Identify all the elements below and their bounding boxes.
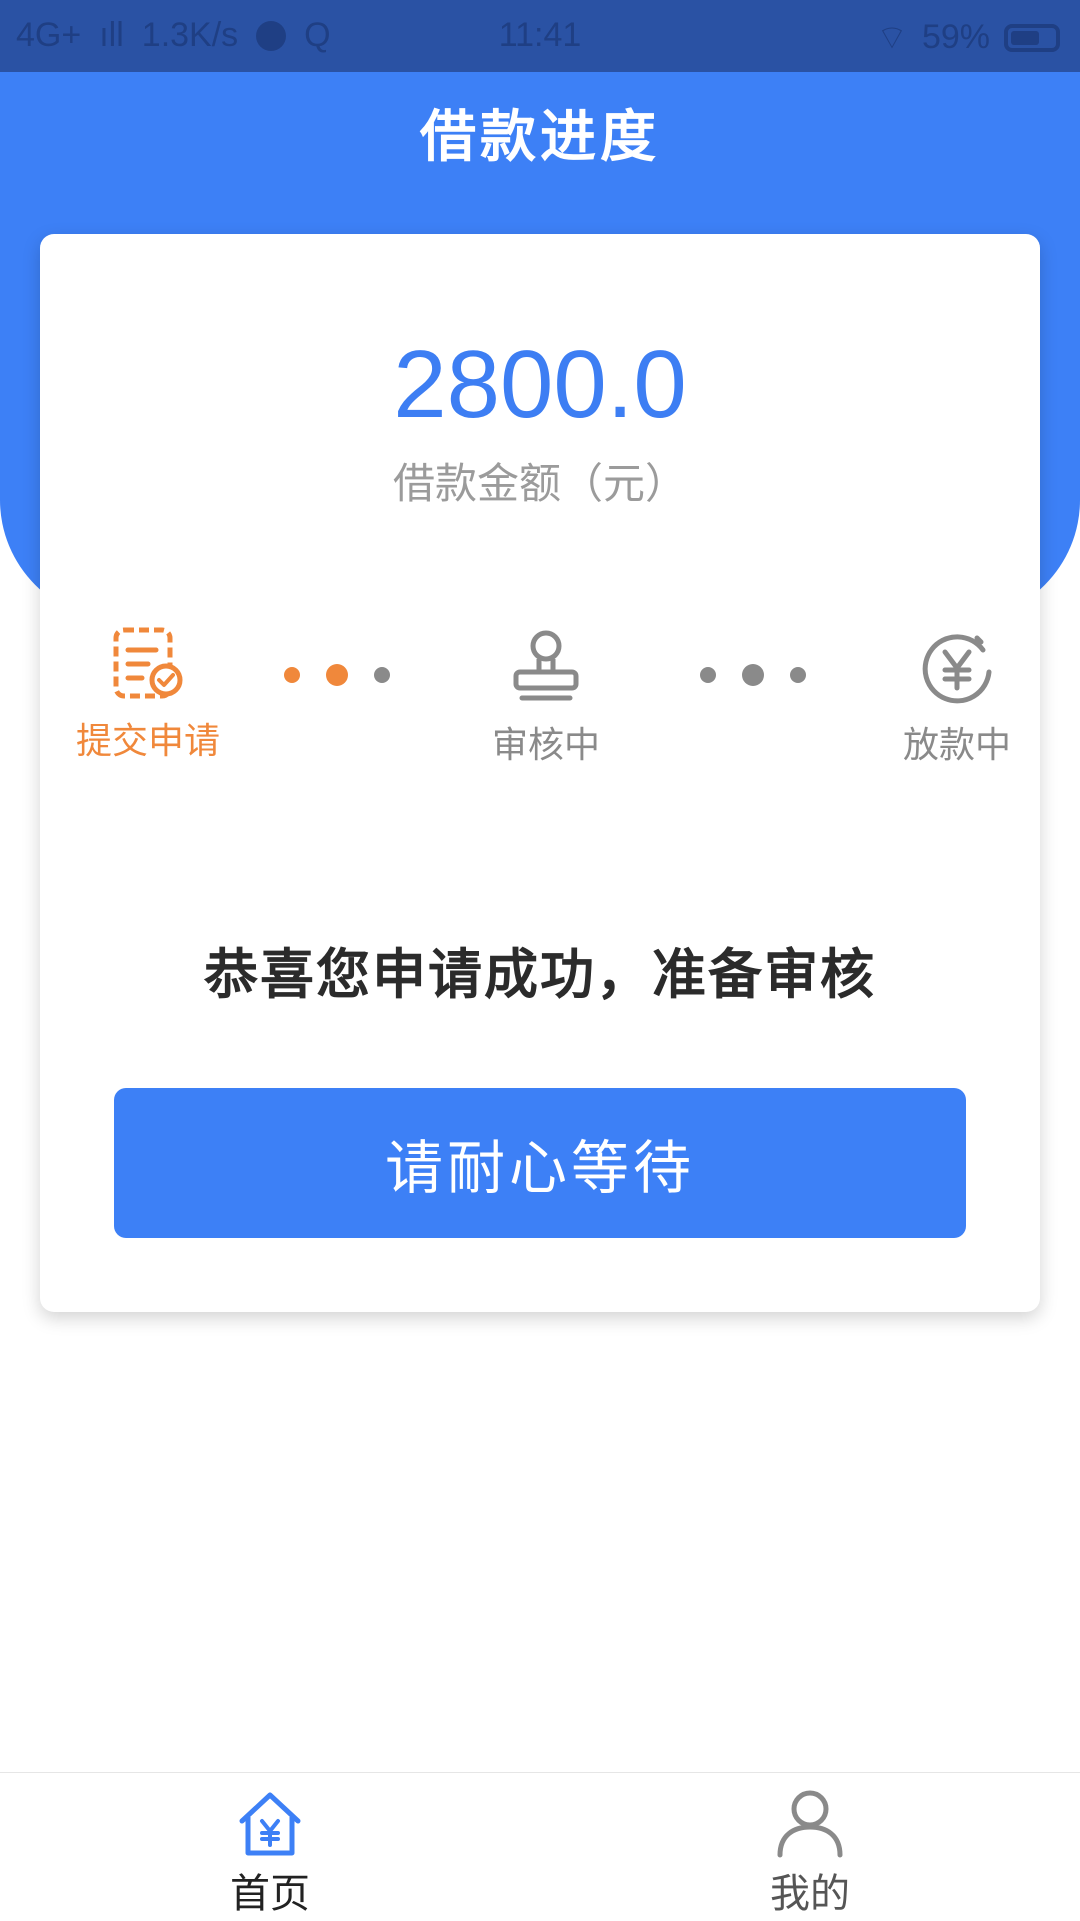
battery-percent: 59% [921,18,990,56]
battery-icon [1004,23,1060,52]
step-review: 审核中 [466,628,626,768]
page-title: 借款进度 [420,105,660,170]
step-label: 放款中 [902,725,1011,766]
progress-dot [374,667,390,683]
progress-dot [790,667,806,683]
tab-label: 首页 [230,1871,310,1917]
tab-mine[interactable]: 我的 [710,1787,910,1919]
document-check-icon [108,624,188,704]
bottom-tab-bar: 首页 我的 [0,1772,1080,1921]
progress-dot [326,664,348,686]
stamp-icon [506,628,586,708]
wifi-icon: ⌔ [875,19,908,57]
step-label: 提交申请 [75,721,220,762]
tab-home[interactable]: 首页 [170,1787,370,1919]
home-yuan-icon [234,1787,306,1859]
success-message: 恭喜您申请成功，准备审核 [204,943,876,1006]
yuan-coin-icon [917,628,997,708]
wait-button[interactable]: 请耐心等待 [114,1088,966,1238]
step-label: 审核中 [491,725,600,766]
progress-dot [742,664,764,686]
step-disburse: 放款中 [892,628,1022,768]
progress-dot [700,667,716,683]
loan-progress-card: 2800.0 借款金额（元） 提交申请 审核中 放款中 恭喜您申请成功，准备审核… [40,234,1040,1312]
status-bar: 4G+ ıll 1.3K/s Q 11:41 ⌔ 59% [0,0,1080,72]
progress-dot [284,667,300,683]
progress-dots-1 [284,664,390,686]
progress-dots-2 [700,664,806,686]
step-submit: 提交申请 [68,624,228,764]
user-icon [774,1787,846,1859]
loan-amount: 2800.0 [393,331,687,438]
loan-amount-label: 借款金额（元） [392,459,687,508]
status-right: ⌔ 59% [876,16,1060,59]
tab-label: 我的 [770,1871,850,1917]
